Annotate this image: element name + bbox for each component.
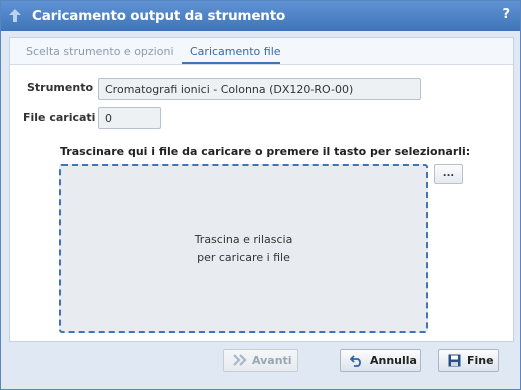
undo-icon (349, 354, 364, 370)
tab-scelta-strumento[interactable]: Scelta strumento e opzioni (26, 45, 174, 58)
upload-arrow-icon (9, 9, 21, 22)
content-panel: Scelta strumento e opzioni Caricamento f… (9, 37, 514, 342)
browse-button[interactable]: ... (434, 164, 463, 184)
tab-caricamento-file[interactable]: Caricamento file (190, 45, 281, 58)
active-tab-indicator (182, 62, 280, 64)
window-title: Caricamento output da strumento (32, 8, 286, 24)
tab-bar: Scelta strumento e opzioni Caricamento f… (10, 38, 513, 65)
fine-label: Fine (467, 354, 494, 367)
avanti-label: Avanti (252, 354, 292, 367)
avanti-button[interactable]: Avanti (223, 349, 298, 372)
double-chevron-right-icon (233, 354, 247, 369)
fine-button[interactable]: Fine (438, 349, 499, 372)
file-dropzone[interactable]: Trascina e rilascia per caricare i file (59, 164, 428, 333)
annulla-label: Annulla (370, 354, 417, 367)
save-disk-icon (448, 354, 461, 370)
dropzone-text-line2: per caricare i file (197, 251, 290, 264)
help-button[interactable]: ? (502, 7, 510, 22)
footer: Avanti Annulla Fine (1, 344, 520, 389)
file-caricati-field[interactable]: 0 (98, 107, 161, 129)
upload-instructions: Trascinare qui i file da caricare o prem… (60, 145, 471, 158)
strumento-field[interactable]: Cromatografi ionici - Colonna (DX120-RO-… (98, 78, 421, 100)
strumento-label: Strumento (27, 81, 94, 94)
dropzone-text-line1: Trascina e rilascia (194, 233, 293, 246)
dialog-window: Caricamento output da strumento ? Scelta… (0, 0, 521, 390)
file-caricati-label: File caricati (23, 111, 96, 124)
annulla-button[interactable]: Annulla (340, 349, 421, 372)
title-bar[interactable]: Caricamento output da strumento ? (1, 1, 520, 31)
